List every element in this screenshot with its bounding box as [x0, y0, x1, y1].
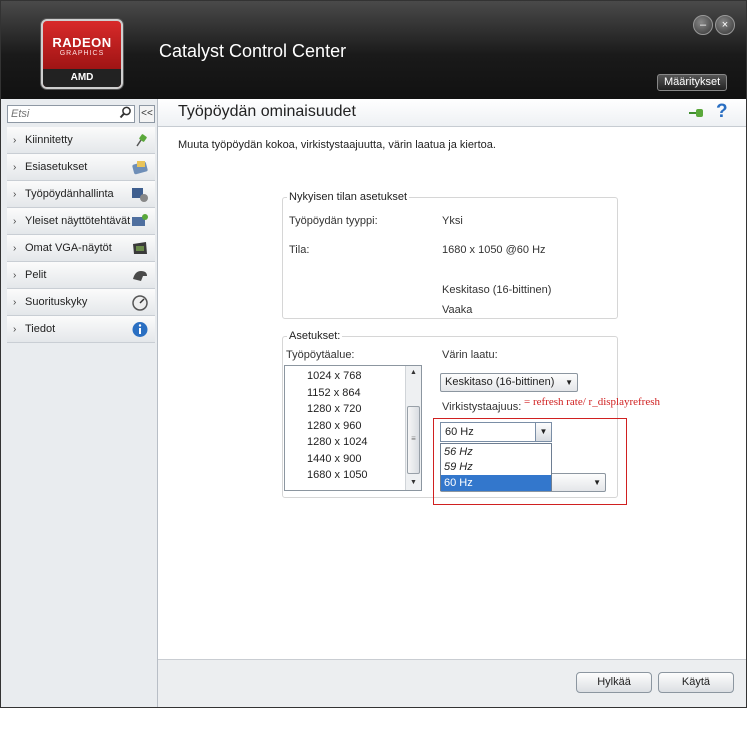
presets-icon [131, 159, 149, 176]
group-title: Asetukset: [287, 330, 343, 342]
refresh-rate-label: Virkistystaajuus: [442, 401, 522, 413]
apply-button[interactable]: Käytä [658, 672, 734, 693]
radeon-logo: RADEON GRAPHICS AMD [41, 19, 123, 89]
chevron-right-icon: › [13, 242, 17, 254]
chevron-right-icon: › [13, 269, 17, 281]
dropdown-option[interactable]: 59 Hz [441, 459, 551, 475]
list-scrollbar[interactable]: ▲ ≡ ▼ [405, 366, 421, 490]
desktop-area-label: Työpöytäalue: [286, 349, 355, 361]
sidebar-item-performance[interactable]: › Suorituskyky [7, 289, 155, 316]
chevron-right-icon: › [13, 161, 17, 173]
search-input[interactable] [7, 105, 135, 123]
gaming-icon [131, 267, 149, 284]
vga-display-icon [131, 240, 149, 257]
logo-brand: RADEON [52, 35, 112, 50]
list-item[interactable]: 1680 x 1050 [307, 469, 368, 481]
main-content: Työpöydän ominaisuudet ? Muuta työpöydän… [158, 99, 746, 707]
discard-button[interactable]: Hylkää [576, 672, 652, 693]
chevron-right-icon: › [13, 188, 17, 200]
list-item[interactable]: 1440 x 900 [307, 453, 361, 465]
sidebar-item-desktop-management[interactable]: › Työpöydänhallinta [7, 181, 155, 208]
app-header: RADEON GRAPHICS AMD Catalyst Control Cen… [1, 1, 746, 99]
display-tasks-icon [131, 213, 149, 230]
desktop-type-value: Yksi [442, 215, 463, 227]
chevron-down-icon[interactable]: ▼ [535, 423, 551, 441]
list-item[interactable]: 1280 x 720 [307, 403, 361, 415]
desktop-management-icon [131, 186, 149, 203]
sidebar-nav: › Kiinnitetty › Esiasetukset › Työpöydän… [7, 127, 155, 343]
mode-value: 1680 x 1050 @60 Hz [442, 244, 546, 256]
refresh-rate-select[interactable]: 60 Hz ▼ [440, 422, 552, 442]
sidebar-item-display-tasks[interactable]: › Yleiset näyttötehtävät [7, 208, 155, 235]
help-icon[interactable]: ? [716, 101, 728, 123]
refresh-rate-dropdown: 56 Hz 59 Hz 60 Hz [440, 443, 552, 491]
page-title: Työpöydän ominaisuudet [178, 103, 356, 120]
select-value: Keskitaso (16-bittinen) [445, 376, 555, 388]
scroll-down-icon[interactable]: ▼ [406, 476, 421, 490]
scroll-up-icon[interactable]: ▲ [406, 366, 421, 380]
pin-page-icon[interactable] [688, 107, 706, 119]
chevron-right-icon: › [13, 323, 17, 335]
chevron-right-icon: › [13, 134, 17, 146]
dropdown-option[interactable]: 56 Hz [441, 444, 551, 460]
color-quality-value: Keskitaso (16-bittinen) [442, 284, 552, 296]
sidebar-item-presets[interactable]: › Esiasetukset [7, 154, 155, 181]
desktop-type-label: Työpöydän tyyppi: [289, 215, 378, 227]
performance-gauge-icon [131, 294, 149, 311]
sidebar-item-info[interactable]: › Tiedot [7, 316, 155, 343]
logo-amd: AMD [43, 69, 121, 87]
search-row: << [7, 105, 155, 123]
select-value: 60 Hz [445, 426, 474, 438]
mode-label: Tila: [289, 244, 310, 256]
chevron-right-icon: › [13, 215, 17, 227]
sidebar: << › Kiinnitetty › Esiasetukset › Työpöy… [1, 99, 158, 707]
chevron-down-icon: ▼ [593, 478, 601, 487]
sidebar-item-pinned[interactable]: › Kiinnitetty [7, 127, 155, 154]
color-quality-label: Värin laatu: [442, 349, 498, 361]
page-description: Muuta työpöydän kokoa, virkistystaajuutt… [178, 139, 496, 151]
list-item[interactable]: 1152 x 864 [307, 387, 361, 399]
collapse-sidebar-button[interactable]: << [139, 105, 155, 123]
info-icon [131, 321, 149, 338]
sidebar-item-vga-displays[interactable]: › Omat VGA-näytöt [7, 235, 155, 262]
list-item[interactable]: 1280 x 1024 [307, 436, 368, 448]
content-header: Työpöydän ominaisuudet ? [158, 99, 746, 127]
refresh-annotation: = refresh rate/ r_displayrefresh [524, 396, 661, 408]
list-item[interactable]: 1024 x 768 [307, 370, 361, 382]
sidebar-item-gaming[interactable]: › Pelit [7, 262, 155, 289]
list-item[interactable]: 1280 x 960 [307, 420, 361, 432]
preferences-button[interactable]: Määritykset [657, 74, 728, 91]
chevron-down-icon: ▼ [565, 378, 573, 387]
logo-sub: GRAPHICS [59, 50, 105, 57]
catalyst-window: RADEON GRAPHICS AMD Catalyst Control Cen… [0, 0, 747, 708]
group-title: Nykyisen tilan asetukset [287, 191, 409, 203]
app-title: Catalyst Control Center [159, 41, 347, 61]
color-quality-select[interactable]: Keskitaso (16-bittinen) ▼ [440, 373, 578, 392]
search-icon[interactable] [119, 106, 133, 120]
rotation-value: Vaaka [442, 304, 473, 316]
pin-icon [131, 132, 149, 149]
close-button[interactable]: × [715, 15, 735, 35]
minimize-button[interactable]: – [693, 15, 713, 35]
desktop-area-list[interactable]: 1024 x 768 1152 x 864 1280 x 720 1280 x … [284, 365, 422, 491]
chevron-right-icon: › [13, 296, 17, 308]
dropdown-option-selected[interactable]: 60 Hz [441, 475, 551, 491]
footer-bar: Hylkää Käytä [158, 659, 746, 707]
scroll-thumb[interactable]: ≡ [407, 406, 420, 474]
